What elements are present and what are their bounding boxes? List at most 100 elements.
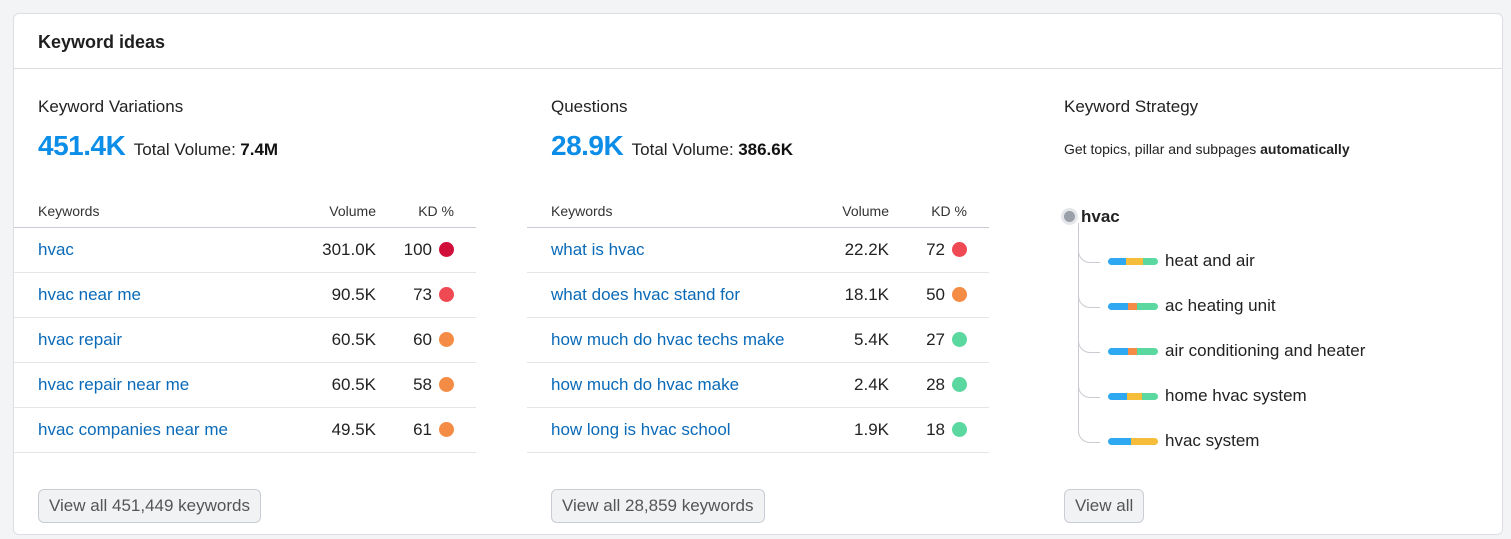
intent-bar-segment [1130,438,1158,445]
keyword-link[interactable]: hvac near me [38,285,141,304]
tree-branch-line [1078,376,1100,398]
table-row: what does hvac stand for 18.1K 50 [527,272,989,318]
view-all-variations-button[interactable]: View all 451,449 keywords [38,489,261,523]
volume-cell: 1.9K [799,407,889,453]
kd-cell: 60 [376,317,476,363]
kd-cell: 100 [376,227,476,273]
intent-bar-segment [1137,303,1158,310]
intent-bar-segment [1137,348,1158,355]
kd-cell: 28 [889,362,989,408]
kd-value: 58 [413,374,432,394]
strategy-subtitle-bold: automatically [1260,141,1350,157]
keyword-link[interactable]: what does hvac stand for [551,285,740,304]
tree-branch-line [1078,421,1100,443]
intent-bar-segment [1127,393,1142,400]
topic-item[interactable]: air conditioning and heater [1078,331,1478,363]
view-all-strategy-button[interactable]: View all [1064,489,1145,523]
variations-metric: 451.4K Total Volume: 7.4M [38,130,278,162]
keyword-link[interactable]: hvac companies near me [38,420,228,439]
kd-cell: 73 [376,272,476,318]
kd-column-header: KD % [889,196,989,228]
table-row: what is hvac 22.2K 72 [527,227,989,273]
table-header-row: Keywords Volume KD % [527,196,989,228]
table-row: how much do hvac techs make 5.4K 27 [527,317,989,363]
intent-bar-segment [1108,258,1126,265]
volume-column-header: Volume [799,196,889,228]
variations-table: Keywords Volume KD % hvac 301.0K 100 hvac n… [14,196,476,453]
kd-cell: 61 [376,407,476,453]
volume-cell: 18.1K [799,272,889,318]
topic-item[interactable]: home hvac system [1078,376,1478,408]
keyword-link[interactable]: how much do hvac techs make [551,330,784,349]
variations-table-body: hvac 301.0K 100 hvac near me 90.5K 73 hvac rep… [14,227,476,453]
volume-cell: 60.5K [286,317,376,363]
topic-label: heat and air [1165,251,1255,270]
kd-indicator-dot-icon [952,376,967,392]
keyword-cell: hvac near me [14,272,286,318]
intent-bar-segment [1143,258,1158,265]
topic-intent-bar [1108,258,1158,265]
variations-count: 451.4K [38,130,126,161]
card-header: Keyword ideas [14,14,1502,69]
topic-label: ac heating unit [1165,296,1276,315]
volume-column-header: Volume [286,196,376,228]
table-header-row: Keywords Volume KD % [14,196,476,228]
topic-intent-bar [1108,393,1158,400]
kd-cell: 50 [889,272,989,318]
intent-bar-segment [1128,303,1137,310]
kd-indicator-dot-icon [952,241,967,257]
kd-value: 50 [926,284,945,304]
kd-cell: 58 [376,362,476,408]
variations-title: Keyword Variations [38,97,184,116]
intent-bar-segment [1108,393,1127,400]
variations-total-label: Total Volume: [133,140,236,159]
topic-item[interactable]: hvac system [1078,421,1478,453]
questions-total-label: Total Volume: [631,140,734,159]
keyword-cell: how much do hvac make [527,362,799,408]
tree-root-label[interactable]: hvac [1081,207,1120,227]
kd-indicator-dot-icon [439,241,454,257]
questions-table-body: what is hvac 22.2K 72 what does hvac stand … [527,227,989,453]
keyword-cell: hvac repair [14,317,286,363]
keyword-cell: hvac repair near me [14,362,286,408]
keyword-cell: hvac [14,227,286,273]
keyword-link[interactable]: hvac repair near me [38,375,189,394]
card-title: Keyword ideas [38,32,166,52]
topic-item[interactable]: ac heating unit [1078,286,1478,318]
kd-value: 73 [413,284,432,304]
table-row: how much do hvac make 2.4K 28 [527,362,989,408]
topic-item[interactable]: heat and air [1078,241,1478,273]
topic-tree: hvac heat and air ac heating unit air cond… [1064,199,1484,459]
keyword-link[interactable]: how much do hvac make [551,375,739,394]
topic-intent-bar [1108,348,1158,355]
keyword-link[interactable]: hvac [38,240,74,259]
strategy-title: Keyword Strategy [1064,97,1199,116]
kd-value: 61 [413,419,432,439]
view-all-questions-button[interactable]: View all 28,859 keywords [551,489,765,523]
variations-total-value: 7.4M [240,140,279,159]
topic-intent-bar [1108,303,1158,310]
keyword-cell: hvac companies near me [14,407,286,453]
intent-bar-segment [1125,258,1143,265]
topic-label: hvac system [1165,431,1260,450]
kd-value: 18 [926,419,945,439]
keywords-column-header: Keywords [527,196,799,228]
kd-cell: 18 [889,407,989,453]
topic-label: air conditioning and heater [1165,341,1366,360]
kd-value: 60 [413,329,432,349]
tree-branch-line [1078,286,1100,308]
table-row: hvac companies near me 49.5K 61 [14,407,476,453]
kd-indicator-dot-icon [439,286,454,302]
questions-total-value: 386.6K [738,140,794,159]
keyword-cell: how much do hvac techs make [527,317,799,363]
keyword-link[interactable]: hvac repair [38,330,122,349]
kd-cell: 72 [889,227,989,273]
keyword-link[interactable]: how long is hvac school [551,420,731,439]
topic-intent-bar [1108,438,1158,445]
kd-indicator-dot-icon [439,376,454,392]
kd-indicator-dot-icon [439,421,454,437]
volume-cell: 5.4K [799,317,889,363]
kd-value: 100 [403,239,432,259]
keyword-link[interactable]: what is hvac [551,240,645,259]
kd-value: 28 [926,374,945,394]
